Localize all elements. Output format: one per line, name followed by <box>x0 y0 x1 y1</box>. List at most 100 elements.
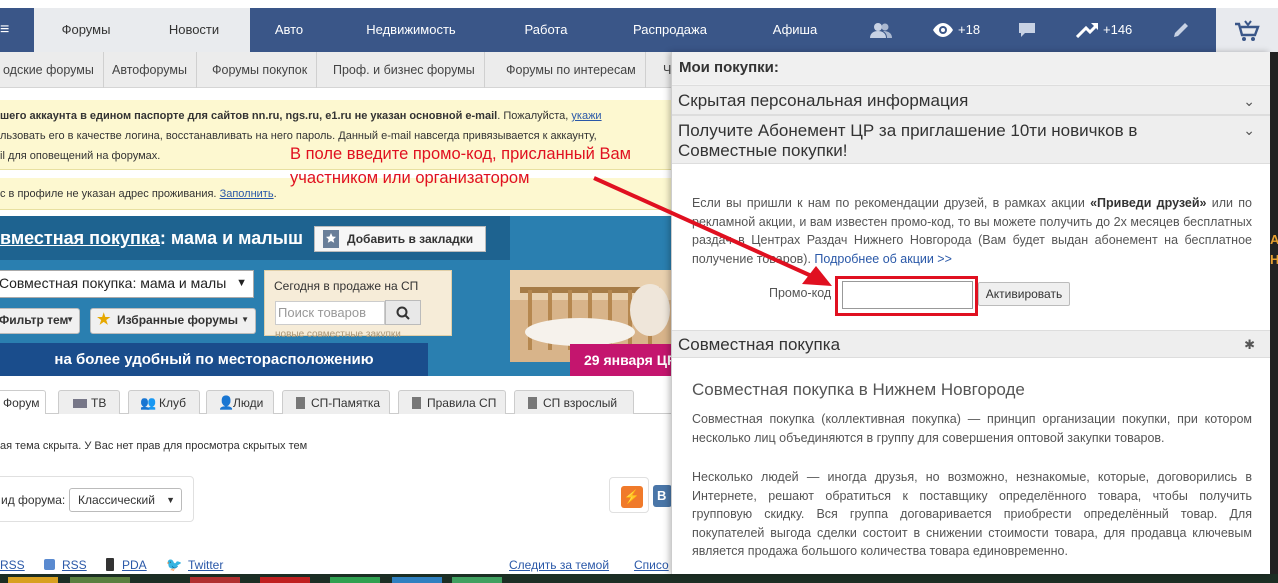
share-box: ⚡ <box>609 477 649 513</box>
nav-item-afisha[interactable]: Афиша <box>764 8 826 52</box>
section-sp-label: Совместная покупка <box>678 335 841 354</box>
document-icon <box>412 397 421 409</box>
gear-icon: ✱ <box>1244 337 1255 352</box>
forum-select[interactable]: Совместная покупка: мама и малы ▼ <box>0 270 254 298</box>
tab-sp-adult[interactable]: СП взрослый <box>514 390 634 414</box>
section-promo-line1: Получите Абонемент ЦР за приглашение 10т… <box>678 121 1138 140</box>
rss-icon <box>44 559 55 570</box>
nav-item-jobs[interactable]: Работа <box>510 8 582 52</box>
messages-icon[interactable] <box>1018 8 1036 52</box>
tab-forum[interactable]: Форум <box>0 390 46 414</box>
filter-topics-button[interactable]: Фильтр тем ▼ <box>0 308 80 334</box>
annotation-line-2: участником или организатором <box>290 169 530 187</box>
product-search-input[interactable]: Поиск товаров <box>275 301 385 325</box>
video-icon <box>73 399 87 408</box>
taskbar-app-icon[interactable] <box>330 577 380 583</box>
search-button[interactable] <box>385 300 421 325</box>
banner-date[interactable]: 29 января ЦР <box>570 344 672 376</box>
forum-title-link[interactable]: вместная покупка <box>0 228 160 248</box>
view-mode-value: Классический <box>78 493 155 507</box>
person-icon: 👤 <box>218 395 235 410</box>
views-icon[interactable] <box>932 8 954 52</box>
pencil-icon[interactable] <box>1172 8 1190 52</box>
banner-strip-text[interactable]: на более удобный по месторасположению <box>0 343 428 376</box>
nav-item-forums[interactable]: Форумы <box>34 8 138 52</box>
menu-icon[interactable]: ≡ <box>0 8 9 52</box>
forum-select-value: Совместная покупка: мама и малы <box>0 275 227 291</box>
star-icon: ★ <box>97 311 111 328</box>
tab-club-label: Клуб <box>159 396 186 410</box>
email-warning-bold: шего аккаунта в едином паспорте для сайт… <box>0 110 498 122</box>
section-hidden-info[interactable]: Скрытая персональная информация ⌄ <box>672 85 1271 115</box>
lightning-icon[interactable]: ⚡ <box>621 486 643 508</box>
tab-sp-memo[interactable]: СП-Памятка <box>282 390 390 414</box>
tab-tv[interactable]: ТВ <box>58 390 120 414</box>
forum-tabs: Форум ТВ 👥 Клуб 👤 Люди СП-Памятка Правила … <box>0 390 672 414</box>
views-count: +18 <box>958 22 981 37</box>
vk-icon[interactable]: В <box>653 485 672 507</box>
right-edge-letter: А <box>1270 232 1278 247</box>
twitter-link[interactable]: Twitter <box>188 558 223 572</box>
section-promo[interactable]: Получите Абонемент ЦР за приглашение 10т… <box>672 115 1271 164</box>
favorite-forums-button[interactable]: ★ Избранные форумы ▼ <box>90 308 256 334</box>
favorite-forums-label: Избранные форумы <box>117 313 238 327</box>
taskbar-app-icon[interactable] <box>260 577 310 583</box>
rss-link-2[interactable]: RSS <box>62 558 87 572</box>
tab-sp-rules[interactable]: Правила СП <box>398 390 506 414</box>
address-fill-link[interactable]: Заполнить <box>220 188 274 200</box>
new-purchases-link[interactable]: новые совместные закупки <box>275 329 401 337</box>
chevron-down-icon: ⌄ <box>1243 93 1255 109</box>
subnav-city-forums[interactable]: одские форумы <box>0 52 104 88</box>
forum-title: вместная покупка: мама и малыш <box>0 228 303 249</box>
sp-paragraph-2: Несколько людей — иногда друзья, но возм… <box>692 470 1252 558</box>
search-icon <box>396 306 410 320</box>
add-bookmark-button[interactable]: Добавить в закладки <box>314 226 486 252</box>
view-mode-select[interactable]: Классический ▼ <box>69 488 182 512</box>
friends-icon[interactable] <box>870 8 892 52</box>
sp-paragraph-1: Совместная покупка (коллективная покупка… <box>692 412 1252 445</box>
subnav-auto-forums[interactable]: Автофорумы <box>103 52 197 88</box>
taskbar-app-icon[interactable] <box>452 577 502 583</box>
subnav-business-forums[interactable]: Проф. и бизнес форумы <box>324 52 485 88</box>
email-warning-tail: . Пожалуйста, <box>497 110 572 122</box>
nav-item-sale[interactable]: Распродажа <box>620 8 720 52</box>
sub-nav: одские форумы Автофорумы Форумы покупок … <box>0 52 680 88</box>
rss-link[interactable]: RSS <box>0 558 25 572</box>
tab-club[interactable]: 👥 Клуб <box>128 390 200 414</box>
twitter-icon: 🐦 <box>166 557 183 572</box>
follow-topic-link[interactable]: Следить за темой <box>509 558 609 572</box>
hidden-topic-note: ая тема скрыта. У Вас нет прав для просм… <box>0 440 308 452</box>
taskbar-app-icon[interactable] <box>70 577 130 583</box>
rating-arrow-icon[interactable] <box>1075 8 1100 52</box>
nav-item-auto[interactable]: Авто <box>258 8 320 52</box>
group-icon: 👥 <box>140 395 157 410</box>
phone-icon <box>106 558 114 571</box>
subnav-purchase-forums[interactable]: Форумы покупок <box>203 52 318 88</box>
activate-button[interactable]: Активировать <box>978 282 1070 306</box>
section-sp[interactable]: Совместная покупка ✱ <box>672 330 1271 358</box>
tab-tv-label: ТВ <box>91 396 107 410</box>
promo-text-bold: «Приведи друзей» <box>1090 196 1207 210</box>
filter-topics-label: Фильтр тем <box>0 313 69 327</box>
panel-title: Мои покупки: <box>672 52 1271 84</box>
sp-content: Совместная покупка в Нижнем Новгороде Со… <box>672 358 1271 574</box>
annotation-line-1: В поле введите промо-код, присланный Вам <box>290 145 631 163</box>
main-nav: ≡ Форумы Новости Авто Недвижимость Работ… <box>0 8 1278 52</box>
today-on-sale-box: Сегодня в продаже на СП Поиск товаров но… <box>264 270 452 337</box>
tab-people-label: Люди <box>233 396 264 410</box>
address-warning-text: с в профиле не указан адрес проживания. <box>0 188 220 200</box>
subnav-interest-forums[interactable]: Форумы по интересам <box>497 52 646 88</box>
sp-heading: Совместная покупка в Нижнем Новгороде <box>692 380 1025 399</box>
chevron-down-icon: ▼ <box>66 315 74 324</box>
email-warning-link[interactable]: укажи <box>571 110 601 122</box>
cart-icon[interactable] <box>1216 8 1278 52</box>
email-warning-line2: льзовать его в качестве логина, восстана… <box>0 130 597 142</box>
taskbar-app-icon[interactable] <box>8 577 58 583</box>
tab-people[interactable]: 👤 Люди <box>206 390 274 414</box>
taskbar-app-icon[interactable] <box>392 577 442 583</box>
taskbar-app-icon[interactable] <box>190 577 240 583</box>
list-link[interactable]: Списо <box>634 558 669 572</box>
pda-link[interactable]: PDA <box>122 558 147 572</box>
nav-item-news[interactable]: Новости <box>138 8 250 52</box>
nav-item-realty[interactable]: Недвижимость <box>352 8 470 52</box>
